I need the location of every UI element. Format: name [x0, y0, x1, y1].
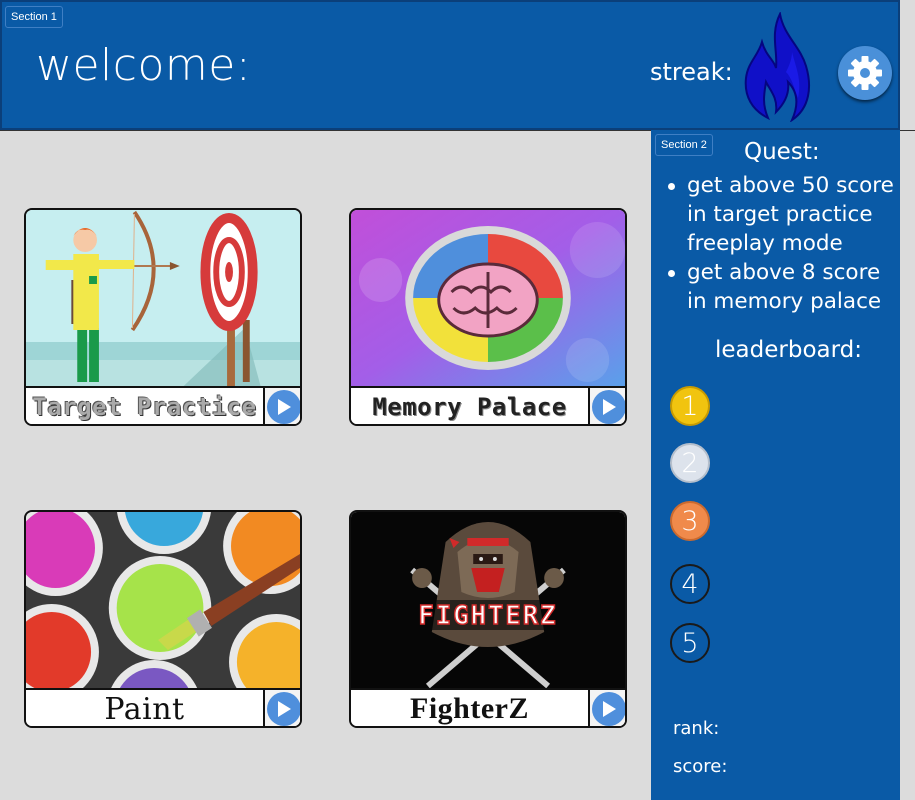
streak-label: streak: [650, 58, 733, 86]
play-icon [591, 692, 625, 726]
rank-label: rank: [673, 718, 720, 739]
quest-item: get above 50 score in target practice fr… [666, 171, 900, 258]
settings-button[interactable] [838, 46, 892, 100]
welcome-heading: welcome: [36, 40, 252, 91]
flame-icon [744, 12, 811, 122]
game-title: Paint [104, 691, 185, 727]
play-icon [266, 390, 300, 424]
card-footer: Target Practice [26, 386, 300, 424]
play-button[interactable] [263, 690, 300, 726]
quest-item: get above 8 score in memory palace [666, 258, 900, 316]
section-2-tag: Section 2 [655, 134, 713, 156]
play-button[interactable] [588, 690, 625, 726]
paint-cans-image [26, 512, 300, 688]
quest-title: Quest: [744, 139, 820, 165]
brain-image [351, 210, 625, 386]
game-title: Target Practice [32, 393, 257, 421]
play-button[interactable] [588, 388, 625, 424]
game-card-paint[interactable]: Paint [24, 510, 302, 728]
game-card-memory-palace[interactable]: Memory Palace [349, 208, 627, 426]
play-button[interactable] [263, 388, 300, 424]
archery-target-image [26, 210, 300, 386]
quest-list: get above 50 score in target practice fr… [666, 171, 900, 316]
game-card-fighterz[interactable]: FIGHTERZ FighterZ [349, 510, 627, 728]
card-footer: Paint [26, 688, 300, 727]
leaderboard-title: leaderboard: [715, 337, 863, 363]
card-footer: Memory Palace [351, 386, 625, 424]
leaderboard-rank-5: 5 [670, 623, 710, 663]
leaderboard-rank-2: 2 [670, 443, 710, 483]
leaderboard-rank-4: 4 [670, 564, 710, 604]
game-title: Memory Palace [372, 393, 567, 421]
gear-icon [848, 56, 882, 90]
ninja-fighter-image: FIGHTERZ [351, 512, 625, 688]
section-1-tag: Section 1 [5, 6, 63, 28]
svg-text:FIGHTERZ: FIGHTERZ [418, 601, 557, 631]
game-card-target-practice[interactable]: Target Practice [24, 208, 302, 426]
header-bar: Section 1 welcome: streak: [0, 0, 900, 130]
score-label: score: [673, 756, 728, 777]
card-footer: FighterZ [351, 688, 625, 726]
play-icon [266, 692, 300, 726]
game-title: FighterZ [410, 692, 529, 725]
play-icon [591, 390, 625, 424]
leaderboard-rank-3: 3 [670, 501, 710, 541]
leaderboard-rank-1: 1 [670, 386, 710, 426]
